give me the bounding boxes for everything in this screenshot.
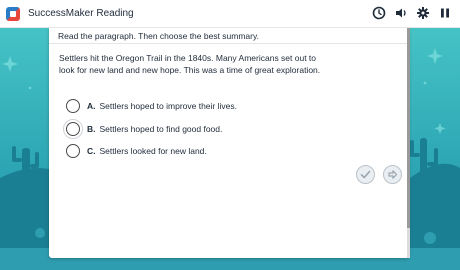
pause-icon[interactable]: [438, 6, 452, 20]
check-answer-button[interactable]: [356, 165, 375, 184]
question-prompt: Read the paragraph. Then choose the best…: [49, 28, 409, 44]
radio-button-c[interactable]: [66, 144, 80, 158]
gear-icon[interactable]: [416, 6, 430, 20]
scrollbar-thumb[interactable]: [407, 28, 410, 228]
speaker-icon[interactable]: [394, 6, 408, 20]
choice-text: Settlers looked for new land.: [99, 146, 207, 156]
choice-text: Settlers hoped to improve their lives.: [99, 101, 237, 111]
app-title: SuccessMaker Reading: [28, 8, 134, 19]
next-button[interactable]: [383, 165, 402, 184]
answer-choice-b[interactable]: B. Settlers hoped to find good food.: [63, 119, 223, 139]
choice-letter: B.: [87, 124, 96, 134]
header-tools: [372, 6, 452, 20]
check-icon: [360, 170, 371, 179]
successmaker-logo-icon: [6, 6, 20, 21]
choice-text: Settlers hoped to find good food.: [99, 124, 223, 134]
choice-letter: C.: [87, 146, 96, 156]
answer-choice-a[interactable]: A. Settlers hoped to improve their lives…: [66, 99, 237, 113]
radio-button-b[interactable]: [63, 119, 83, 139]
card-scrollbar[interactable]: [407, 28, 410, 258]
app-header: SuccessMaker Reading: [0, 0, 460, 28]
reading-passage: Settlers hit the Oregon Trail in the 184…: [59, 53, 321, 75]
question-card: Read the paragraph. Then choose the best…: [49, 28, 409, 258]
next-arrow-icon: [388, 170, 398, 179]
clock-icon[interactable]: [372, 6, 386, 20]
answer-choice-c[interactable]: C. Settlers looked for new land.: [66, 144, 207, 158]
radio-button-a[interactable]: [66, 99, 80, 113]
choice-letter: A.: [87, 101, 96, 111]
background-scene: Read the paragraph. Then choose the best…: [0, 28, 460, 270]
